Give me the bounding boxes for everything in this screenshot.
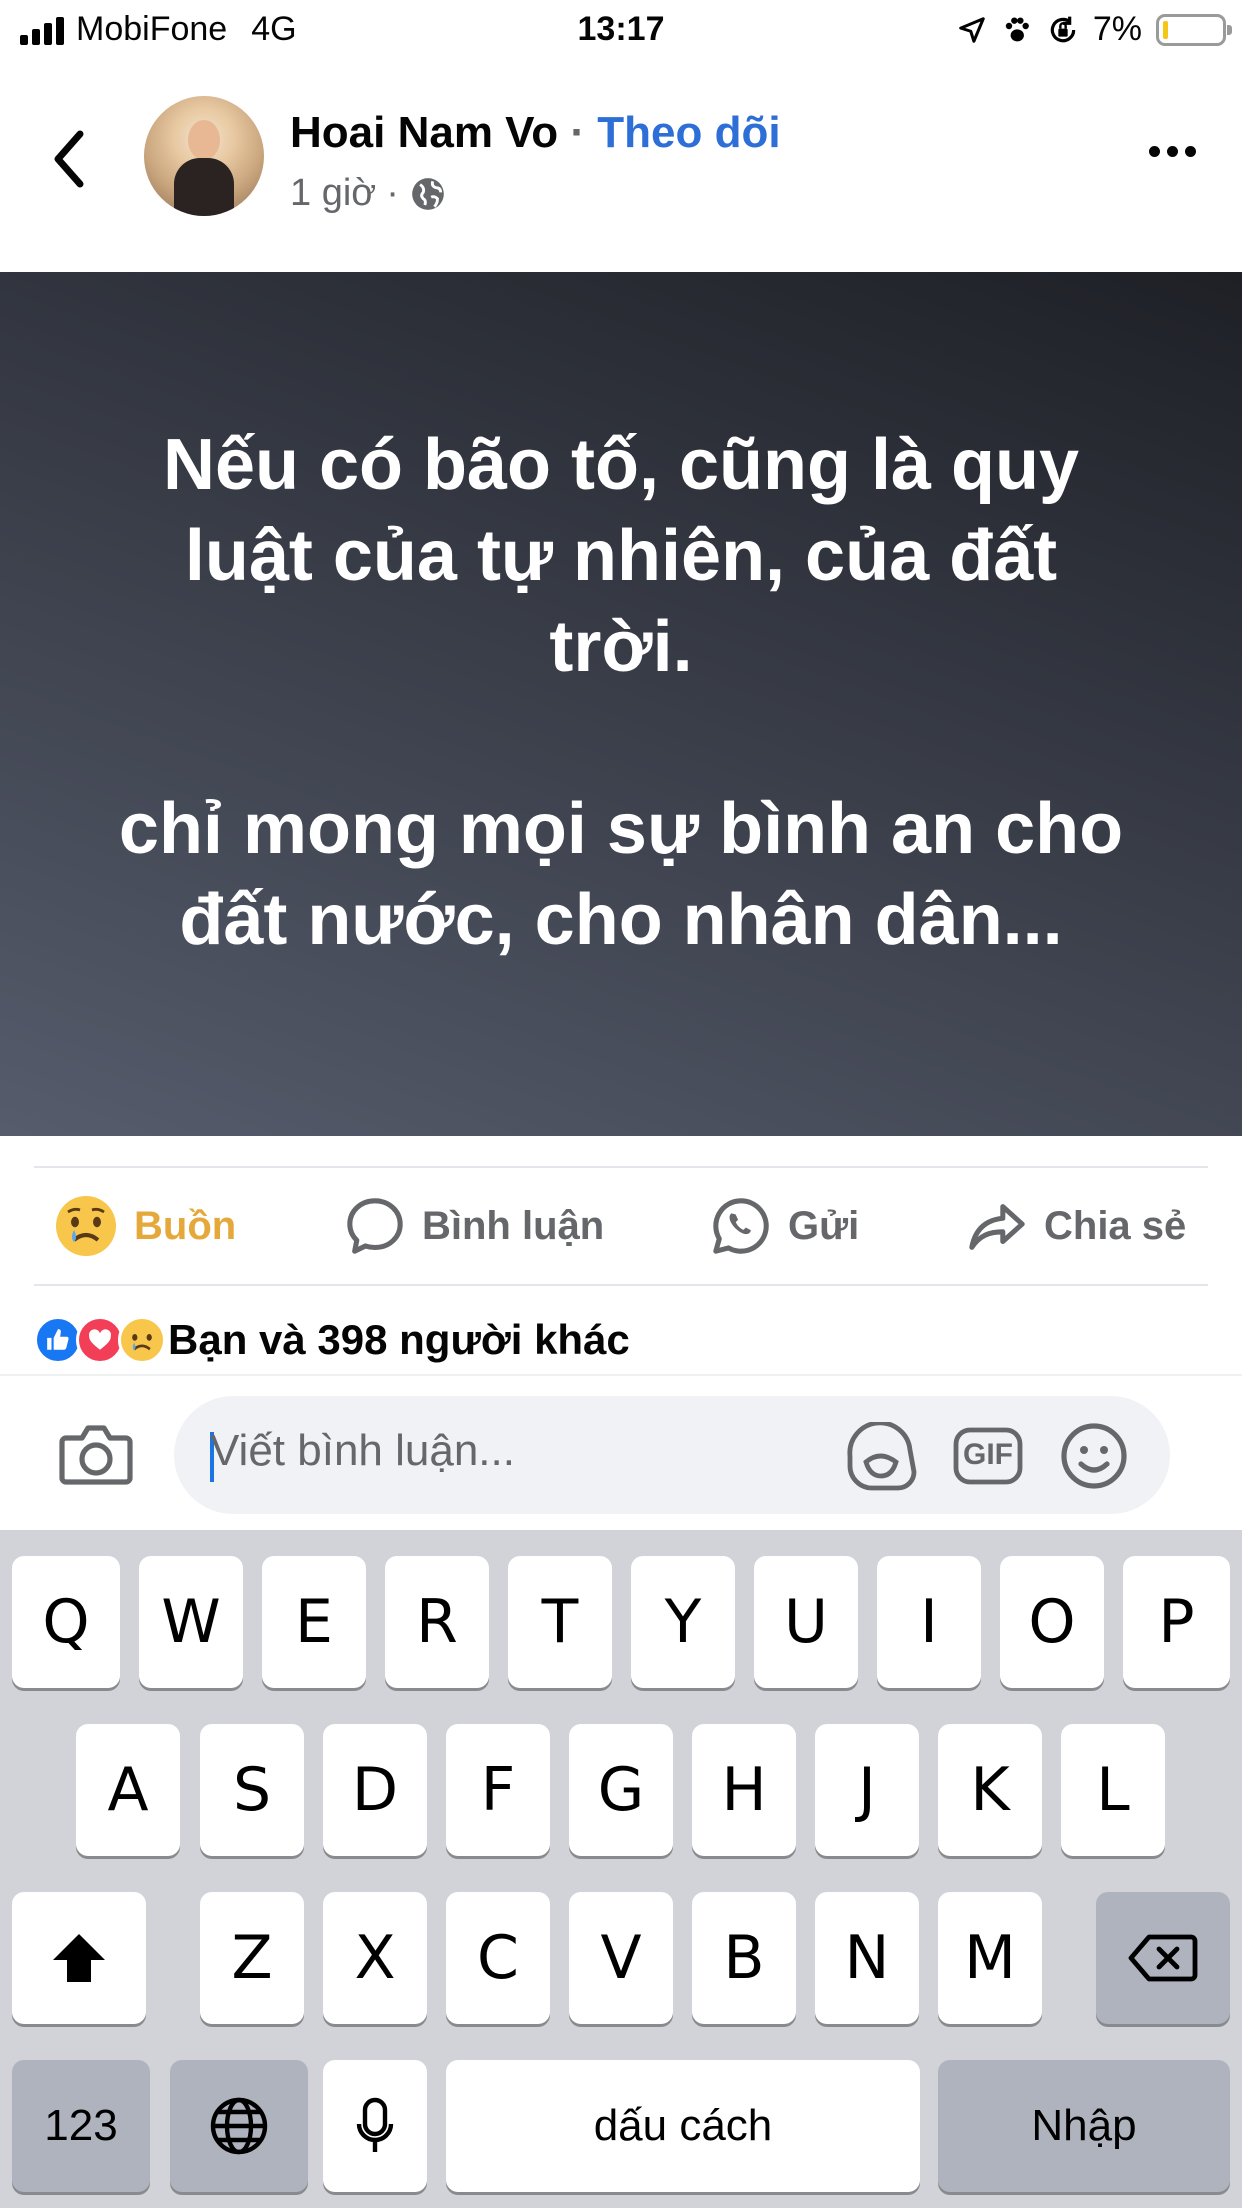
love-reaction-icon	[76, 1316, 124, 1364]
paw-icon	[1005, 16, 1029, 41]
key-h[interactable]: H	[692, 1724, 796, 1856]
key-s[interactable]: S	[200, 1724, 304, 1856]
share-label: Chia sẻ	[1044, 1203, 1187, 1248]
microphone-icon	[356, 2097, 394, 2152]
comment-bar: Viết bình luận... GIF	[0, 1374, 1242, 1530]
key-a[interactable]: A	[76, 1724, 180, 1856]
gif-button[interactable]: GIF	[952, 1426, 1024, 1491]
avatar-sticker-icon	[847, 1420, 917, 1491]
numbers-key[interactable]: 123	[12, 2060, 150, 2192]
send-button[interactable]: Gửi	[710, 1170, 859, 1282]
key-n[interactable]: N	[815, 1892, 919, 2024]
key-x[interactable]: X	[323, 1892, 427, 2024]
comment-icon	[347, 1198, 403, 1254]
status-bar: MobiFone 4G 13:17 7%	[0, 0, 1242, 62]
whatsapp-icon	[713, 1198, 769, 1254]
reaction-label: Buồn	[134, 1203, 237, 1248]
post-time[interactable]: 1 giờ	[290, 172, 376, 215]
comment-label: Bình luận	[422, 1203, 605, 1248]
key-g[interactable]: G	[569, 1724, 673, 1856]
follow-button[interactable]: Theo dõi	[597, 108, 780, 157]
avatar-sticker-button[interactable]	[844, 1420, 918, 1497]
key-j[interactable]: J	[815, 1724, 919, 1856]
camera-button[interactable]	[58, 1422, 134, 1491]
emoji-icon	[1061, 1423, 1127, 1489]
post-line: Nếu có bão tố, cũng là quy	[162, 425, 1080, 505]
more-options-button[interactable]	[1149, 146, 1196, 157]
camera-icon	[59, 1425, 133, 1485]
post-actions: Buồn Bình luận Gửi Chia sẻ	[0, 1170, 1242, 1282]
key-p[interactable]: P	[1123, 1556, 1230, 1688]
key-t[interactable]: T	[508, 1556, 612, 1688]
post-text: Nếu có bão tố, cũng là quy luật của tự n…	[80, 420, 1162, 966]
key-k[interactable]: K	[938, 1724, 1042, 1856]
space-key[interactable]: dấu cách	[446, 2060, 920, 2192]
comment-placeholder: Viết bình luận...	[210, 1426, 515, 1475]
name-separator: ·	[570, 108, 586, 157]
post-line: trời.	[549, 607, 693, 687]
key-c[interactable]: C	[446, 1892, 550, 2024]
avatar[interactable]	[144, 96, 264, 216]
reactions-count-text: Bạn và 398 người khác	[168, 1316, 630, 1363]
key-y[interactable]: Y	[631, 1556, 735, 1688]
share-button[interactable]: Chia sẻ	[966, 1170, 1186, 1282]
microphone-key[interactable]	[323, 2060, 427, 2192]
comment-button[interactable]: Bình luận	[344, 1170, 604, 1282]
back-button[interactable]	[44, 124, 94, 194]
post-line: chỉ mong mọi sự bình an cho	[118, 789, 1124, 869]
reactions-summary[interactable]: Bạn và 398 người khác	[34, 1316, 630, 1364]
keyboard: Q W E R T Y U I O P A S D F G H J K L Z …	[0, 1530, 1242, 2208]
comment-input[interactable]: Viết bình luận... GIF	[174, 1396, 1170, 1514]
key-u[interactable]: U	[754, 1556, 858, 1688]
divider	[34, 1166, 1208, 1168]
key-d[interactable]: D	[323, 1724, 427, 1856]
key-z[interactable]: Z	[200, 1892, 304, 2024]
globe-keyboard-icon	[210, 2097, 268, 2155]
chevron-left-icon	[54, 130, 84, 188]
shift-icon	[53, 1934, 105, 1982]
globe-key[interactable]	[170, 2060, 308, 2192]
location-icon	[959, 16, 985, 43]
return-key[interactable]: Nhập	[938, 2060, 1230, 2192]
post-line: luật của tự nhiên, của đất	[184, 516, 1058, 596]
meta-separator: ·	[386, 172, 399, 214]
author-name[interactable]: Hoai Nam Vo	[290, 108, 558, 157]
post-background: Nếu có bão tố, cũng là quy luật của tự n…	[0, 272, 1242, 1136]
sad-reaction-icon	[118, 1316, 166, 1364]
key-o[interactable]: O	[1000, 1556, 1104, 1688]
backspace-icon	[1128, 1934, 1198, 1982]
key-v[interactable]: V	[569, 1892, 673, 2024]
post-header: Hoai Nam Vo · Theo dõi 1 giờ ·	[0, 62, 1242, 272]
key-i[interactable]: I	[877, 1556, 981, 1688]
battery-icon	[1156, 13, 1232, 46]
divider	[34, 1284, 1208, 1286]
send-label: Gửi	[788, 1203, 860, 1248]
key-r[interactable]: R	[385, 1556, 489, 1688]
post-line: đất nước, cho nhân dân...	[179, 880, 1063, 960]
rotation-lock-icon	[1050, 16, 1076, 42]
emoji-button[interactable]	[1060, 1422, 1128, 1495]
battery-percent: 7%	[1092, 10, 1142, 48]
gif-label: GIF	[963, 1438, 1013, 1471]
backspace-key[interactable]	[1096, 1892, 1230, 2024]
share-icon	[969, 1204, 1025, 1250]
key-q[interactable]: Q	[12, 1556, 120, 1688]
key-w[interactable]: W	[139, 1556, 243, 1688]
key-e[interactable]: E	[262, 1556, 366, 1688]
globe-icon	[412, 177, 444, 210]
like-reaction-icon	[34, 1316, 82, 1364]
shift-key[interactable]	[12, 1892, 146, 2024]
key-b[interactable]: B	[692, 1892, 796, 2024]
key-m[interactable]: M	[938, 1892, 1042, 2024]
reaction-button[interactable]: Buồn	[54, 1170, 236, 1282]
key-f[interactable]: F	[446, 1724, 550, 1856]
key-l[interactable]: L	[1061, 1724, 1165, 1856]
sad-face-icon	[56, 1196, 116, 1256]
